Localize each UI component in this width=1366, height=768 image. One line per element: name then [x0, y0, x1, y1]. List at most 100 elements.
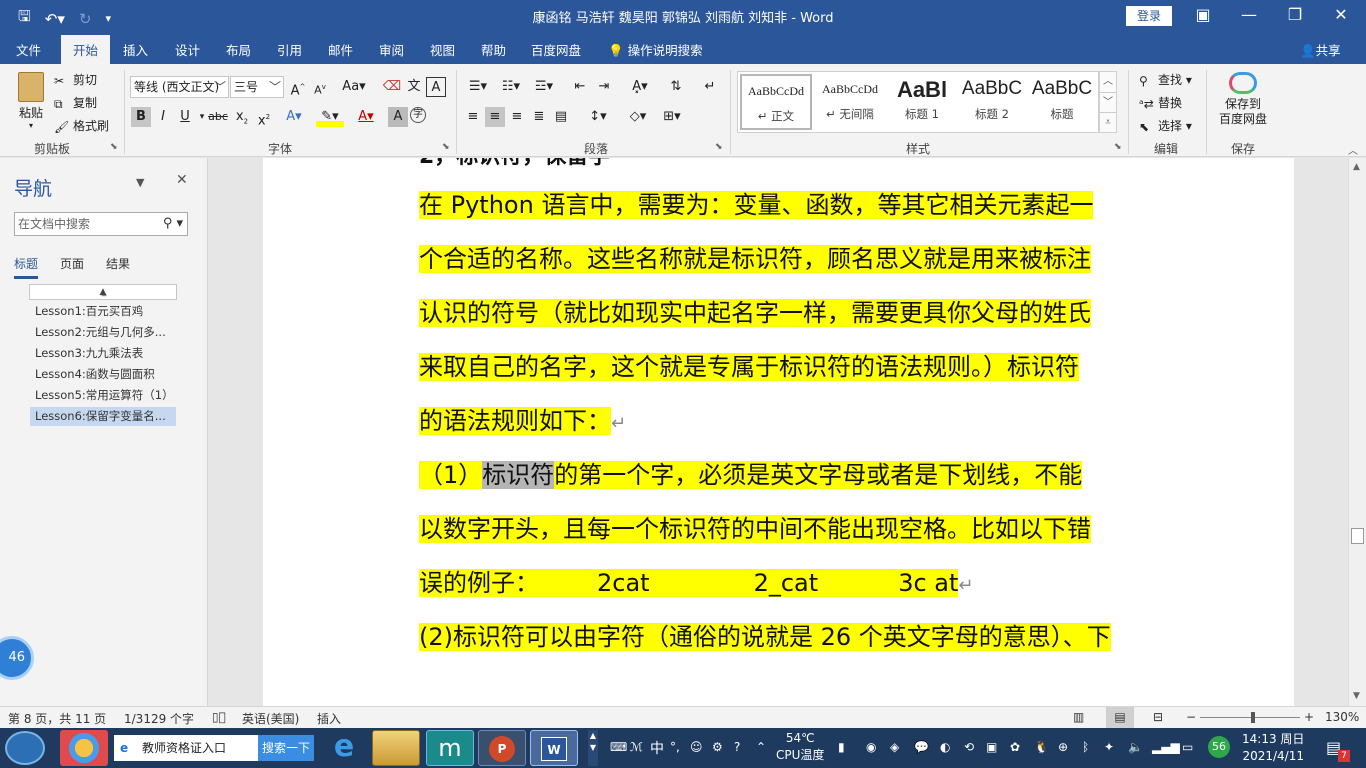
collapse-all-icon[interactable]: ▲̲: [29, 284, 177, 300]
zoom-level[interactable]: 130%: [1325, 710, 1359, 724]
insert-mode[interactable]: 插入: [317, 710, 341, 727]
superscript-icon[interactable]: x2: [254, 107, 274, 128]
pinwheel-app-icon[interactable]: [60, 730, 108, 766]
cpu-temperature[interactable]: 54℃ CPU温度: [776, 730, 824, 764]
distributed-icon[interactable]: ▤: [551, 107, 571, 127]
format-painter-button[interactable]: 🖌 格式刷: [54, 117, 109, 134]
restore-icon[interactable]: ❐: [1272, 0, 1318, 32]
tab-mailings[interactable]: 邮件: [328, 40, 353, 59]
chevron-down-icon[interactable]: ﹀: [1100, 92, 1116, 112]
tab-layout[interactable]: 布局: [226, 40, 251, 59]
ime-mode[interactable]: 中: [650, 738, 664, 758]
style-no-spacing[interactable]: AaBbCcDd ↵ 无间隔: [814, 74, 886, 130]
character-border-icon[interactable]: A: [426, 77, 446, 97]
find-button[interactable]: ⚲ 查找 ▾: [1139, 71, 1192, 88]
read-mode-icon[interactable]: ▥: [1073, 710, 1084, 724]
tray-badge[interactable]: 56: [1208, 736, 1230, 758]
internet-explorer-icon[interactable]: e: [320, 730, 368, 766]
search-icon[interactable]: ⚲ ▾: [163, 213, 183, 235]
tab-baidu-netdisk[interactable]: 百度网盘: [531, 40, 581, 59]
increase-indent-icon[interactable]: ⇥: [594, 77, 614, 97]
page-count[interactable]: 第 8 页，共 11 页: [8, 710, 106, 727]
battery-icon[interactable]: ▮: [838, 740, 845, 754]
change-case-icon[interactable]: Aa▾: [340, 77, 368, 97]
tab-references[interactable]: 引用: [277, 40, 302, 59]
align-right-icon[interactable]: ≡: [507, 107, 527, 127]
nav-tab-headings[interactable]: 标题: [14, 255, 39, 279]
nav-heading-item[interactable]: Lesson1:百元买百鸡: [30, 302, 176, 321]
word-icon[interactable]: W: [530, 730, 578, 766]
scroll-up-icon[interactable]: ▲: [1353, 162, 1360, 172]
ribbon-display-options-icon[interactable]: ▣: [1180, 0, 1226, 32]
wechat-icon[interactable]: 💬: [914, 740, 929, 754]
minimize-icon[interactable]: —: [1226, 0, 1272, 32]
clear-formatting-icon[interactable]: ⌫: [382, 77, 402, 97]
emoji-icon[interactable]: ☺: [690, 740, 703, 754]
tab-design[interactable]: 设计: [175, 40, 200, 59]
numbering-icon[interactable]: ☷▾: [497, 77, 525, 97]
help-icon[interactable]: ?: [734, 740, 740, 754]
shrink-font-icon[interactable]: Av: [310, 77, 330, 97]
scroll-down-icon[interactable]: ▼: [1353, 691, 1360, 701]
tab-help[interactable]: 帮助: [481, 40, 506, 59]
text-effects-icon[interactable]: A▾: [284, 107, 304, 127]
m-app-icon[interactable]: m: [426, 730, 474, 766]
settings-icon[interactable]: ⚙: [712, 740, 723, 754]
chevron-up-icon[interactable]: ⌃: [756, 740, 766, 754]
volume-icon[interactable]: 🔈: [1128, 740, 1143, 754]
copy-button[interactable]: ⧉ 复制: [54, 94, 97, 111]
document-page[interactable]: 2，标识符，保留字 在 Python 语言中，需要为：变量、函数，等其它相关元素…: [263, 158, 1294, 706]
tab-insert[interactable]: 插入: [123, 40, 148, 59]
nav-tab-results[interactable]: 结果: [106, 255, 130, 279]
nav-heading-item[interactable]: Lesson2:元组与几何多...: [30, 323, 176, 342]
multilevel-list-icon[interactable]: ☲▾: [530, 77, 558, 97]
tell-me-search[interactable]: 💡 操作说明搜索: [608, 40, 703, 59]
nav-heading-item[interactable]: Lesson3:九九乘法表: [30, 344, 176, 363]
style-normal[interactable]: AaBbCcDd ↵ 正文: [740, 74, 812, 130]
nav-heading-item[interactable]: Lesson5:常用运算符（1）: [30, 386, 176, 405]
dialog-launcher-icon[interactable]: ⬊: [110, 142, 118, 152]
tray-app-icon[interactable]: ◐: [940, 740, 950, 754]
subscript-icon[interactable]: x2: [232, 107, 252, 127]
battery-status-icon[interactable]: ▭: [1182, 740, 1193, 754]
styles-gallery-scroll[interactable]: ︿ ﹀ ⩡: [1099, 71, 1117, 133]
tray-app-icon[interactable]: ⟲: [964, 740, 974, 754]
zoom-slider-thumb[interactable]: [1251, 712, 1255, 723]
nav-search-input[interactable]: 在文档中搜索 ⚲ ▾: [14, 212, 188, 236]
justify-icon[interactable]: ≣: [529, 107, 549, 127]
word-count[interactable]: 1/3129 个字: [124, 710, 194, 727]
qq-icon[interactable]: 🐧: [1034, 740, 1049, 754]
share-button[interactable]: 👤共享: [1300, 40, 1341, 59]
tab-file[interactable]: 文件: [16, 40, 41, 59]
proofing-icon[interactable]: ▯⃥: [212, 710, 226, 724]
zoom-slider[interactable]: [1200, 717, 1300, 718]
strikethrough-icon[interactable]: abc: [208, 107, 228, 127]
tray-app-icon[interactable]: ⊕: [1058, 740, 1068, 754]
phonetic-guide-icon[interactable]: 文: [404, 77, 424, 97]
keyboard-icon[interactable]: ⌨: [610, 740, 627, 754]
line-spacing-icon[interactable]: ↕▾: [584, 107, 612, 127]
tab-view[interactable]: 视图: [430, 40, 455, 59]
enclose-characters-icon[interactable]: 字: [410, 107, 426, 123]
character-shading-icon[interactable]: A: [388, 107, 408, 127]
dialog-launcher-icon[interactable]: ⬊: [715, 142, 723, 152]
powerpoint-icon[interactable]: P: [478, 730, 526, 766]
style-heading-1[interactable]: AaBl 标题 1: [886, 74, 958, 130]
nav-tab-pages[interactable]: 页面: [60, 255, 84, 279]
tray-app-icon[interactable]: ✿: [1010, 740, 1020, 754]
zoom-out-icon[interactable]: −: [1186, 710, 1196, 724]
tray-app-icon[interactable]: ▣: [986, 740, 997, 754]
nav-heading-item[interactable]: Lesson4:函数与圆面积: [30, 365, 176, 384]
style-title[interactable]: AaBbC 标题: [1026, 74, 1098, 130]
save-to-baidu-button[interactable]: 保存到 百度网盘: [1214, 70, 1272, 127]
align-left-icon[interactable]: ≡: [463, 107, 483, 127]
nav-heading-item-selected[interactable]: Lesson6:保留字变量名...: [30, 407, 176, 426]
cut-button[interactable]: ✂ 剪切: [54, 71, 97, 88]
bold-icon[interactable]: B: [131, 107, 151, 127]
select-button[interactable]: ⬉ 选择 ▾: [1139, 117, 1192, 134]
vertical-scrollbar[interactable]: ▲ ▼: [1348, 158, 1366, 706]
login-button[interactable]: 登录: [1126, 6, 1172, 26]
system-clock[interactable]: 14:13 周日 2021/4/11: [1242, 731, 1304, 765]
start-button-icon[interactable]: [5, 731, 45, 765]
italic-icon[interactable]: I: [153, 107, 173, 127]
